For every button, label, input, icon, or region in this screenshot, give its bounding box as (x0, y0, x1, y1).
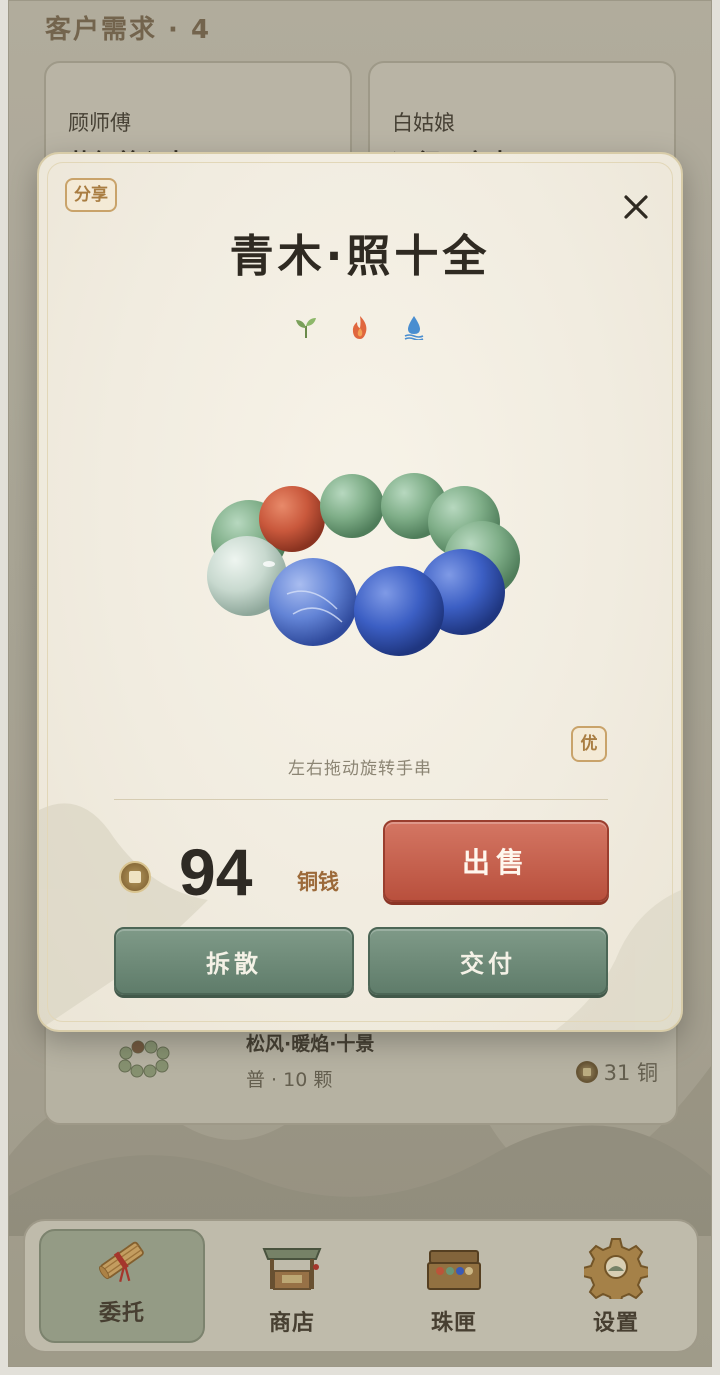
sell-button[interactable]: 出售 (383, 820, 609, 902)
element-icons (39, 314, 681, 340)
divider (114, 799, 608, 800)
close-icon[interactable] (621, 192, 651, 222)
bracelet-3d-preview[interactable] (197, 464, 527, 674)
bracelet-detail-modal: 分享 青木·照十全 优 左右拖动旋转手串 94 铜钱 出售 拆散 交付 (37, 152, 683, 1032)
rotate-hint: 左右拖动旋转手串 (288, 759, 432, 779)
disband-button[interactable]: 拆散 (114, 927, 354, 995)
sprout-icon (296, 318, 316, 338)
price-unit: 铜钱 (297, 870, 339, 894)
share-button[interactable]: 分享 (65, 178, 117, 212)
deliver-button[interactable]: 交付 (368, 927, 608, 995)
flame-icon (352, 316, 367, 339)
price-value: 94 (179, 835, 253, 909)
water-drop-icon (404, 316, 424, 340)
bracelet-title: 青木·照十全 (229, 231, 491, 282)
copper-coin-icon (119, 861, 151, 893)
